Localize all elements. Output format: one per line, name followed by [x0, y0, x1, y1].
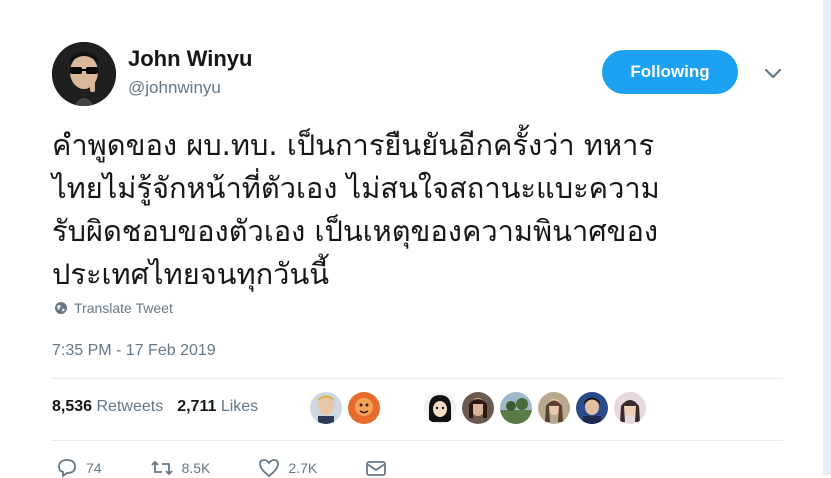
- tweet-line: ประเทศไทยจนทุกวันนี้: [52, 257, 330, 291]
- tweet-line: ไทยไม่รู้จักหน้าที่ตัวเอง ไม่สนใจสถานะแบ…: [52, 171, 660, 205]
- following-button[interactable]: Following: [602, 50, 738, 94]
- reply-count: 74: [86, 460, 102, 476]
- reply-icon: [58, 459, 76, 478]
- globe-icon: [55, 302, 67, 314]
- tweet-line: คำพูดของ ผบ.ทบ. เป็นการยืนยันอีกครั้งว่า…: [52, 128, 655, 162]
- likes-label: Likes: [220, 398, 259, 415]
- likes-count: 2,711: [177, 398, 217, 415]
- translate-tweet-link[interactable]: Translate Tweet: [54, 300, 173, 316]
- translate-label[interactable]: Translate Tweet: [74, 300, 173, 316]
- author-handle[interactable]: @johnwinyu: [128, 78, 221, 98]
- tweet-stats: 8,536 Retweets 2,711 Likes: [52, 398, 258, 416]
- divider: [52, 378, 783, 379]
- like-button[interactable]: 2.7K: [258, 458, 317, 478]
- reply-button[interactable]: 74: [56, 458, 102, 478]
- author-name[interactable]: John Winyu: [128, 46, 252, 72]
- envelope-icon: [366, 461, 387, 476]
- liker-avatar-6[interactable]: [538, 392, 570, 424]
- liker-avatar-3[interactable]: [424, 392, 456, 424]
- tweet-line: รับผิดชอบของตัวเอง เป็นเหตุของความพินาศข…: [52, 214, 659, 248]
- retweets-count: 8,536: [52, 398, 93, 415]
- liker-avatar-5[interactable]: [500, 392, 532, 424]
- profile-photo-icon: [52, 42, 116, 106]
- retweets-label: Retweets: [96, 398, 164, 415]
- retweets-stat[interactable]: 8,536 Retweets: [52, 398, 163, 416]
- liker-avatar-1[interactable]: [310, 392, 342, 424]
- message-button[interactable]: [365, 458, 387, 478]
- author-avatar[interactable]: [52, 42, 116, 106]
- liker-avatar-7[interactable]: [576, 392, 608, 424]
- chevron-down-icon[interactable]: [762, 62, 784, 84]
- retweet-count: 8.5K: [181, 460, 211, 476]
- page-edge: [823, 0, 831, 475]
- liker-avatar-2[interactable]: [348, 392, 380, 424]
- tweet-text: คำพูดของ ผบ.ทบ. เป็นการยืนยันอีกครั้งว่า…: [52, 124, 792, 296]
- divider: [52, 440, 783, 441]
- retweet-icon: [150, 460, 173, 476]
- tweet-actions: 74 8.5K 2.7K: [56, 458, 387, 478]
- heart-icon: [259, 459, 280, 478]
- retweet-button[interactable]: 8.5K: [150, 458, 211, 478]
- liker-avatar-8[interactable]: [614, 392, 646, 424]
- like-count: 2.7K: [288, 460, 318, 476]
- likes-stat[interactable]: 2,711 Likes: [177, 398, 258, 416]
- liker-avatar-4[interactable]: [462, 392, 494, 424]
- tweet-timestamp[interactable]: 7:35 PM - 17 Feb 2019: [52, 342, 216, 360]
